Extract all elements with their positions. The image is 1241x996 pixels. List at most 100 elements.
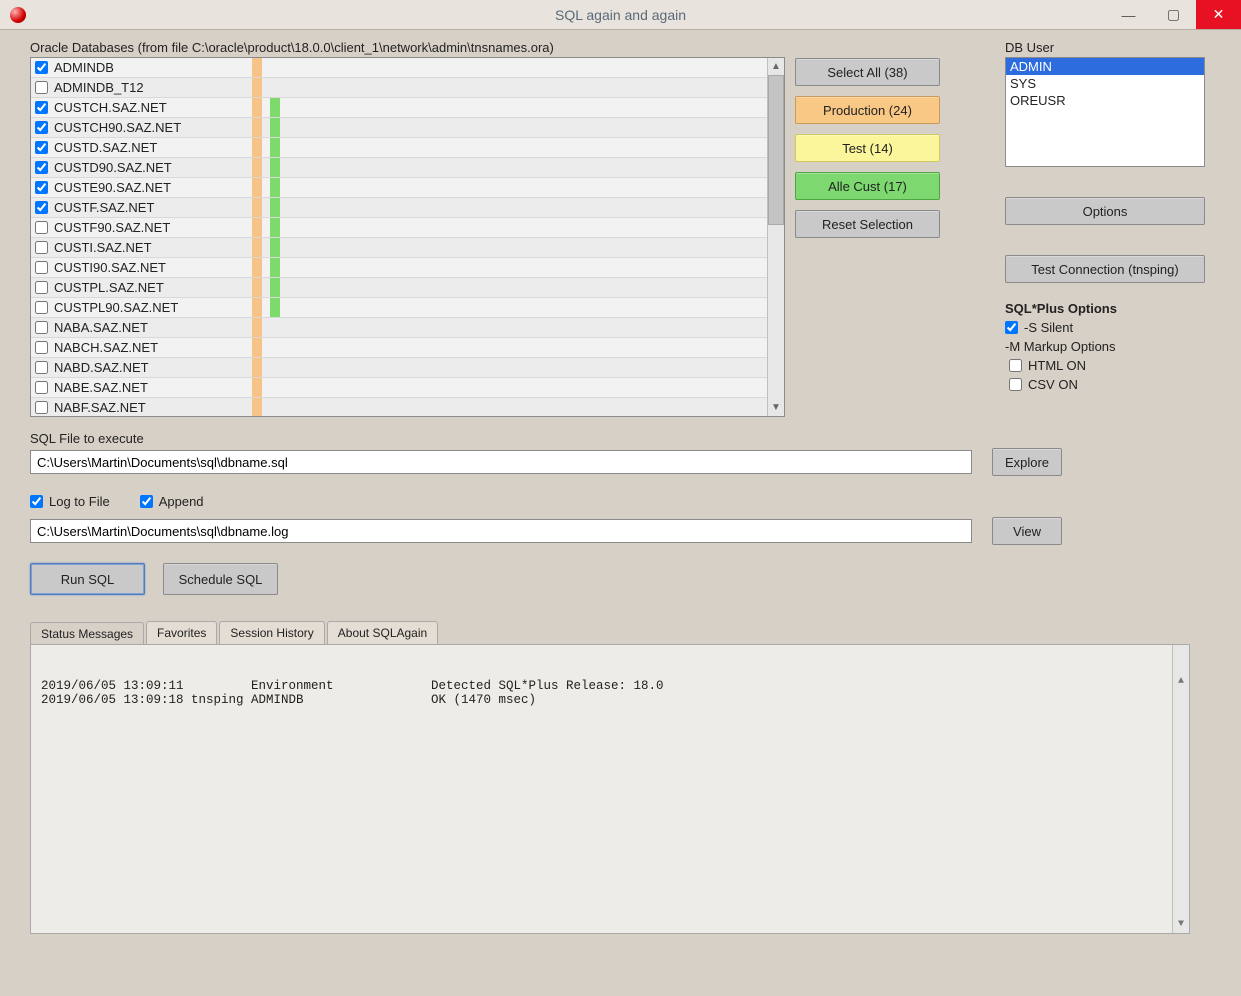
database-checkbox[interactable] <box>35 281 48 294</box>
database-checkbox[interactable] <box>35 241 48 254</box>
database-checkbox[interactable] <box>35 61 48 74</box>
status-scrollbar[interactable]: ▲ ▼ <box>1172 645 1189 933</box>
orange-marker <box>252 318 262 337</box>
window-controls: — ▢ ✕ <box>1106 0 1241 29</box>
view-button[interactable]: View <box>992 517 1062 545</box>
orange-marker <box>252 298 262 317</box>
status-scroll-down-icon[interactable]: ▼ <box>1173 916 1189 933</box>
schedule-sql-button[interactable]: Schedule SQL <box>163 563 278 595</box>
database-checkbox[interactable] <box>35 381 48 394</box>
database-name: CUSTF.SAZ.NET <box>52 200 232 215</box>
database-name: NABE.SAZ.NET <box>52 380 232 395</box>
close-button[interactable]: ✕ <box>1196 0 1241 29</box>
append-checkbox[interactable] <box>140 495 153 508</box>
database-row[interactable]: CUSTPL90.SAZ.NET <box>31 298 767 318</box>
reset-selection-button[interactable]: Reset Selection <box>795 210 940 238</box>
database-checkbox[interactable] <box>35 81 48 94</box>
silent-checkbox[interactable] <box>1005 321 1018 334</box>
status-messages-panel: 2019/06/05 13:09:11EnvironmentDetected S… <box>30 644 1190 934</box>
tab-about[interactable]: About SQLAgain <box>327 621 438 644</box>
scroll-up-icon[interactable]: ▲ <box>768 58 784 75</box>
green-marker <box>270 398 280 416</box>
html-on-row[interactable]: HTML ON <box>1009 358 1235 373</box>
scroll-thumb[interactable] <box>768 75 784 225</box>
database-checkbox[interactable] <box>35 341 48 354</box>
cust-button[interactable]: Alle Cust (17) <box>795 172 940 200</box>
db-user-list[interactable]: ADMINSYSOREUSR <box>1005 57 1205 167</box>
append-row[interactable]: Append <box>140 494 204 509</box>
database-checkbox[interactable] <box>35 181 48 194</box>
orange-marker <box>252 378 262 397</box>
database-checkbox[interactable] <box>35 361 48 374</box>
tab-favorites[interactable]: Favorites <box>146 621 217 644</box>
database-name: NABA.SAZ.NET <box>52 320 232 335</box>
green-marker <box>270 218 280 237</box>
database-name: CUSTCH90.SAZ.NET <box>52 120 232 135</box>
database-checkbox[interactable] <box>35 321 48 334</box>
explore-button[interactable]: Explore <box>992 448 1062 476</box>
database-row[interactable]: CUSTI90.SAZ.NET <box>31 258 767 278</box>
maximize-button[interactable]: ▢ <box>1151 0 1196 29</box>
db-user-item[interactable]: ADMIN <box>1006 58 1204 75</box>
database-row[interactable]: CUSTI.SAZ.NET <box>31 238 767 258</box>
green-marker <box>270 158 280 177</box>
tab-strip: Status Messages Favorites Session Histor… <box>30 621 1219 644</box>
production-button[interactable]: Production (24) <box>795 96 940 124</box>
database-row[interactable]: NABCH.SAZ.NET <box>31 338 767 358</box>
database-name: ADMINDB_T12 <box>52 80 232 95</box>
database-checkbox[interactable] <box>35 301 48 314</box>
green-marker <box>270 358 280 377</box>
database-row[interactable]: NABF.SAZ.NET <box>31 398 767 416</box>
database-name: CUSTF90.SAZ.NET <box>52 220 232 235</box>
database-checkbox[interactable] <box>35 161 48 174</box>
database-row[interactable]: CUSTCH.SAZ.NET <box>31 98 767 118</box>
database-row[interactable]: CUSTD90.SAZ.NET <box>31 158 767 178</box>
green-marker <box>270 318 280 337</box>
csv-on-row[interactable]: CSV ON <box>1009 377 1235 392</box>
orange-marker <box>252 198 262 217</box>
database-checkbox[interactable] <box>35 401 48 414</box>
database-checkbox[interactable] <box>35 201 48 214</box>
html-on-checkbox[interactable] <box>1009 359 1022 372</box>
sql-file-input[interactable] <box>30 450 972 474</box>
database-row[interactable]: CUSTF.SAZ.NET <box>31 198 767 218</box>
database-checkbox[interactable] <box>35 261 48 274</box>
db-scrollbar[interactable]: ▲ ▼ <box>767 58 784 416</box>
db-user-item[interactable]: SYS <box>1006 75 1204 92</box>
minimize-button[interactable]: — <box>1106 0 1151 29</box>
green-marker <box>270 198 280 217</box>
scroll-down-icon[interactable]: ▼ <box>768 399 784 416</box>
database-row[interactable]: CUSTCH90.SAZ.NET <box>31 118 767 138</box>
database-checkbox[interactable] <box>35 141 48 154</box>
database-list[interactable]: ADMINDB ADMINDB_T12 CUSTCH.SAZ.NET CUSTCH90… <box>30 57 785 417</box>
database-checkbox[interactable] <box>35 121 48 134</box>
database-row[interactable]: ADMINDB_T12 <box>31 78 767 98</box>
db-user-item[interactable]: OREUSR <box>1006 92 1204 109</box>
status-scroll-up-icon[interactable]: ▲ <box>1173 673 1189 690</box>
database-name: NABCH.SAZ.NET <box>52 340 232 355</box>
options-button[interactable]: Options <box>1005 197 1205 225</box>
test-connection-button[interactable]: Test Connection (tnsping) <box>1005 255 1205 283</box>
database-row[interactable]: ADMINDB <box>31 58 767 78</box>
database-row[interactable]: CUSTD.SAZ.NET <box>31 138 767 158</box>
run-sql-button[interactable]: Run SQL <box>30 563 145 595</box>
tab-session-history[interactable]: Session History <box>219 621 324 644</box>
database-row[interactable]: CUSTPL.SAZ.NET <box>31 278 767 298</box>
log-to-file-row[interactable]: Log to File <box>30 494 110 509</box>
database-checkbox[interactable] <box>35 101 48 114</box>
log-to-file-checkbox[interactable] <box>30 495 43 508</box>
silent-checkbox-row[interactable]: -S Silent <box>1005 320 1235 335</box>
database-row[interactable]: CUSTE90.SAZ.NET <box>31 178 767 198</box>
database-row[interactable]: NABA.SAZ.NET <box>31 318 767 338</box>
test-button[interactable]: Test (14) <box>795 134 940 162</box>
database-row[interactable]: NABE.SAZ.NET <box>31 378 767 398</box>
select-all-button[interactable]: Select All (38) <box>795 58 940 86</box>
status-log-line: 2019/06/05 13:09:11EnvironmentDetected S… <box>41 679 1179 693</box>
csv-on-checkbox[interactable] <box>1009 378 1022 391</box>
tab-status-messages[interactable]: Status Messages <box>30 622 144 645</box>
orange-marker <box>252 218 262 237</box>
database-row[interactable]: CUSTF90.SAZ.NET <box>31 218 767 238</box>
database-row[interactable]: NABD.SAZ.NET <box>31 358 767 378</box>
log-file-input[interactable] <box>30 519 972 543</box>
database-checkbox[interactable] <box>35 221 48 234</box>
